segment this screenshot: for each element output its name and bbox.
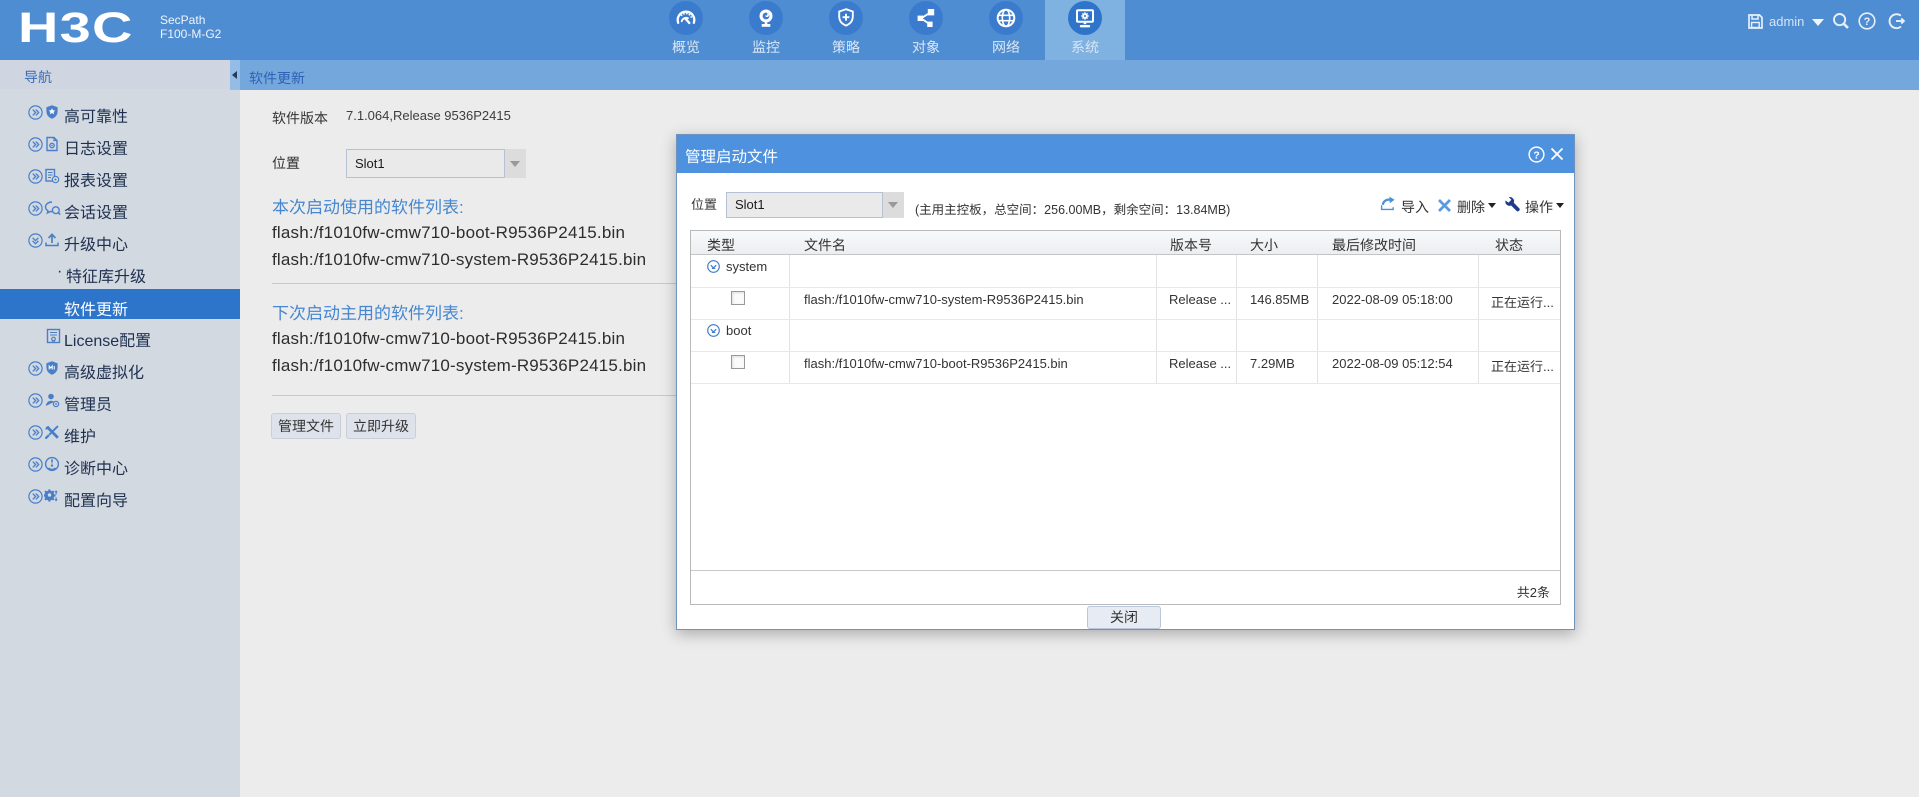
svg-text:?: ? [1533,150,1539,161]
svg-text:?: ? [1864,16,1871,28]
